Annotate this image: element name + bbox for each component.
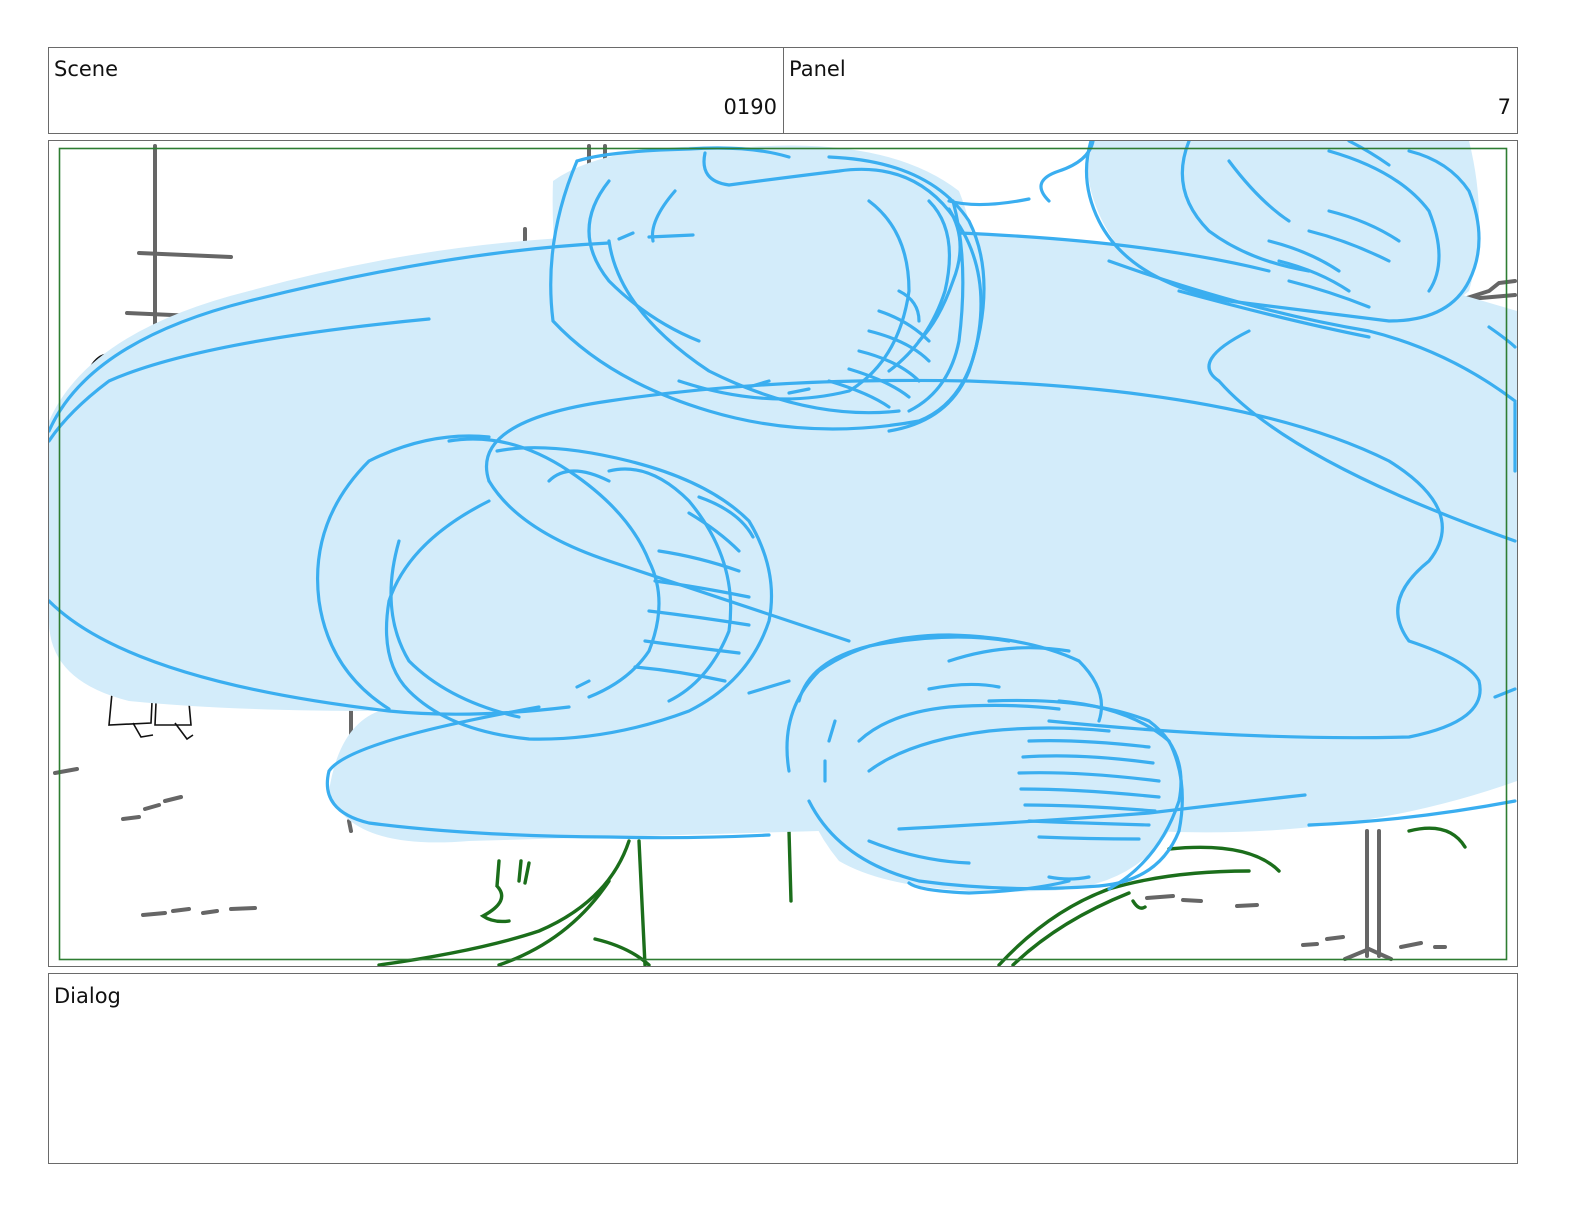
dialog-label: Dialog bbox=[54, 984, 121, 1008]
storyboard-frame bbox=[48, 140, 1518, 967]
scene-label: Scene bbox=[54, 57, 119, 81]
scene-cell: Scene 0190 bbox=[49, 48, 784, 133]
cloud-fills bbox=[49, 141, 1517, 892]
panel-label: Panel bbox=[789, 57, 846, 81]
panel-number: 7 bbox=[1497, 95, 1511, 119]
storyboard-drawing bbox=[49, 141, 1517, 966]
scene-number: 0190 bbox=[723, 95, 777, 119]
panel-header: Scene 0190 Panel 7 bbox=[48, 47, 1518, 134]
panel-cell: Panel 7 bbox=[784, 48, 1517, 133]
dialog-box: Dialog bbox=[48, 973, 1518, 1164]
